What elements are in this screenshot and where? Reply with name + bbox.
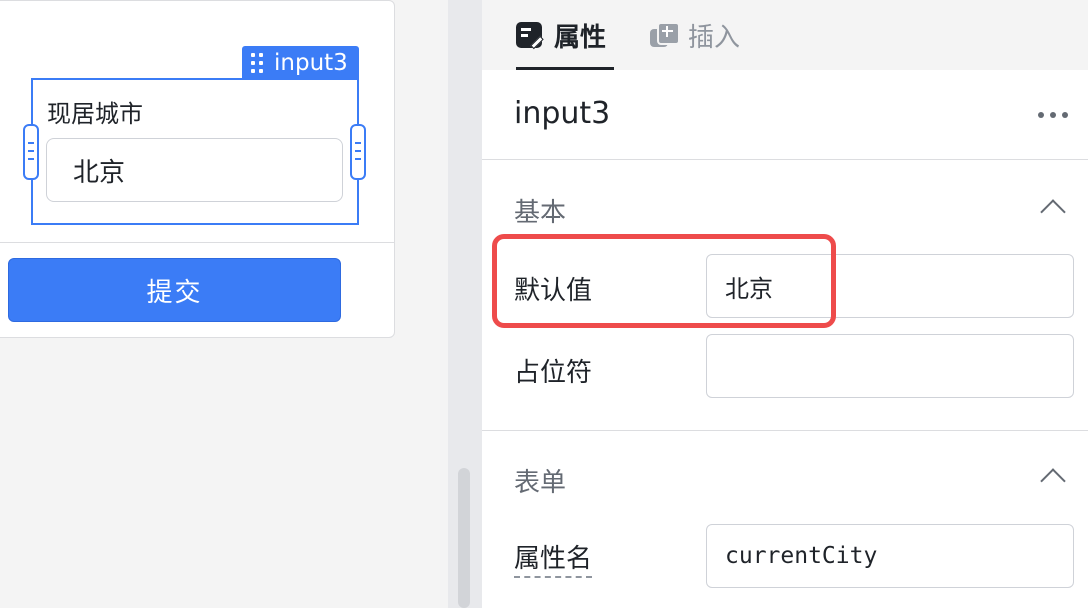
component-name: input3 — [514, 96, 611, 131]
attr-name-label: 属性名 — [514, 538, 593, 578]
divider — [0, 242, 395, 243]
selected-component-name: input3 — [274, 50, 348, 76]
section-title-basic[interactable]: 基本 — [514, 192, 566, 229]
component-header: input3 — [482, 70, 1088, 160]
highlight-annotation — [492, 234, 836, 328]
chevron-up-icon[interactable] — [1040, 199, 1066, 225]
chevron-up-icon[interactable] — [1040, 468, 1066, 494]
resize-handle-left[interactable] — [23, 124, 39, 180]
attr-name-label-text: 属性名 — [514, 544, 593, 578]
selected-component-tag[interactable]: input3 — [242, 46, 359, 80]
attr-name-input[interactable]: currentCity — [706, 524, 1074, 588]
resize-handle-right[interactable] — [350, 124, 366, 180]
tab-insert[interactable]: 插入 — [650, 0, 740, 70]
field-label: 现居城市 — [47, 100, 143, 128]
scrollbar-thumb[interactable] — [458, 468, 470, 608]
edit-icon — [516, 22, 544, 50]
section-divider — [482, 430, 1088, 431]
tab-label: 插入 — [688, 22, 741, 53]
tab-label: 属性 — [554, 22, 607, 53]
placeholder-label: 占位符 — [514, 358, 593, 388]
placeholder-input[interactable] — [706, 334, 1074, 398]
panel-tabs: 属性 插入 — [482, 0, 1088, 70]
drag-handle-icon[interactable] — [251, 53, 265, 73]
city-input[interactable]: 北京 — [46, 138, 343, 202]
more-options-icon[interactable] — [1038, 112, 1070, 120]
submit-button[interactable]: 提交 — [8, 258, 341, 322]
insert-icon — [650, 22, 680, 48]
tab-properties[interactable]: 属性 — [516, 0, 615, 70]
editor-canvas: input3 现居城市 北京 提交 — [0, 0, 448, 608]
section-title-form[interactable]: 表单 — [514, 462, 566, 499]
